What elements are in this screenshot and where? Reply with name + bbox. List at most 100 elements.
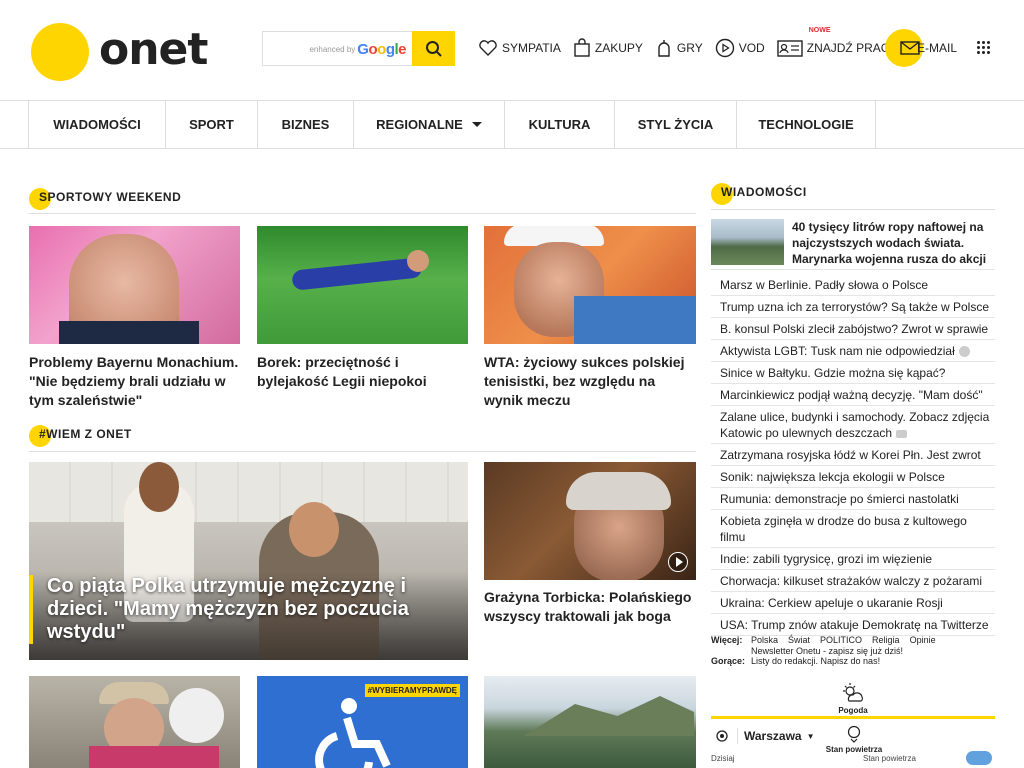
category-styl-zycia[interactable]: STYL ŻYCIA — [615, 101, 737, 148]
news-list: Marsz w Berlinie. Padły słowa o Polsce T… — [711, 274, 995, 636]
feature-title[interactable]: Co piąta Polka utrzymuje mężczyznę i dzi… — [29, 575, 429, 644]
more-link[interactable]: Religia — [872, 635, 900, 645]
news-item[interactable]: B. konsul Polski zlecił zabójstwo? Zwrot… — [711, 318, 995, 340]
news-item[interactable]: Kobieta zginęła w drodze do busa z kulto… — [711, 510, 995, 548]
chevron-down-icon — [471, 122, 482, 127]
news-item[interactable]: Sonik: największa lekcja ekologii w Pols… — [711, 466, 995, 488]
nav-sympatia[interactable]: SYMPATIA — [478, 39, 561, 57]
search-button[interactable] — [412, 31, 455, 66]
news-item[interactable]: Aktywista LGBT: Tusk nam nie odpowiedzia… — [711, 340, 995, 362]
top-news[interactable]: 40 tysięcy litrów ropy naftowej na najcz… — [711, 218, 995, 270]
wheelchair-icon — [315, 698, 391, 768]
nav-gry[interactable]: GRY — [655, 38, 703, 58]
nav-zakupy[interactable]: ZAKUPY — [573, 38, 643, 58]
nav-label: ZNAJDŹ PRACĘ — [806, 41, 898, 55]
apps-grid-icon[interactable] — [977, 41, 990, 54]
article-image[interactable] — [29, 226, 240, 344]
news-item[interactable]: Sinice w Bałtyku. Gdzie można się kąpać? — [711, 362, 995, 384]
feature-image[interactable]: Co piąta Polka utrzymuje mężczyznę i dzi… — [29, 462, 468, 660]
heart-icon — [479, 40, 497, 56]
category-label: REGIONALNE — [376, 117, 463, 132]
nav-vod[interactable]: VOD — [715, 38, 765, 58]
section-header-wiem: #WIEM Z ONET — [29, 425, 132, 447]
category-wiadomosci[interactable]: WIADOMOŚCI — [29, 101, 166, 148]
photo-mountains — [524, 696, 694, 736]
article-image[interactable] — [484, 226, 696, 344]
nav-label: VOD — [738, 41, 765, 55]
news-item[interactable]: Indie: zabili tygrysicę, grozi im więzie… — [711, 548, 995, 570]
news-item[interactable]: Marsz w Berlinie. Padły słowa o Polsce — [711, 274, 995, 296]
top-news-image[interactable] — [711, 219, 784, 265]
more-links: Więcej: Polska Świat POLITICO Religia Opinie… — [711, 635, 995, 667]
category-biznes[interactable]: BIZNES — [258, 101, 354, 148]
photo-hair — [566, 472, 671, 510]
city-name: Warszawa — [744, 729, 802, 743]
section-title[interactable]: #WIEM Z ONET — [29, 427, 132, 441]
section-title[interactable]: SPORTOWY WEEKEND — [29, 190, 181, 204]
city-selector[interactable]: Warszawa ▼ — [715, 728, 815, 744]
top-news-title[interactable]: 40 tysięcy litrów ropy naftowej na najcz… — [792, 219, 992, 267]
id-card-icon — [777, 40, 803, 57]
article-image[interactable]: #WYBIERAMYPRAWDĘ — [257, 676, 468, 768]
newsletter-link[interactable]: Newsletter Onetu - zapisz się już dziś! — [751, 646, 903, 657]
email-link[interactable]: E-MAIL — [885, 29, 957, 67]
category-technologie[interactable]: TECHNOLOGIE — [737, 101, 876, 148]
sun-cloud-icon — [843, 683, 863, 702]
article-image[interactable] — [484, 676, 696, 768]
search-hint-text: enhanced by — [309, 45, 356, 54]
section-divider — [29, 451, 696, 452]
onet-logo[interactable]: onet — [31, 23, 208, 81]
photo-head — [407, 250, 429, 272]
hot-label: Gorące: — [711, 656, 746, 666]
more-link[interactable]: Polska — [751, 635, 778, 645]
category-regionalne[interactable]: REGIONALNE — [354, 101, 505, 148]
weather-label: Pogoda — [838, 706, 868, 715]
more-link[interactable]: POLITICO — [820, 635, 862, 645]
logo-dot — [31, 23, 89, 81]
camera-icon — [896, 429, 908, 438]
air-status-label: Stan powietrza — [863, 754, 916, 763]
news-item[interactable]: Marcinkiewicz podjął ważną decyzję. "Mam… — [711, 384, 995, 406]
header: onet enhanced by Google SYMPATIA ZAKUPY … — [0, 0, 1024, 100]
nav-znajdz-prace[interactable]: NOWE ZNAJDŹ PRACĘ — [777, 27, 898, 58]
news-item[interactable]: Rumunia: demonstracje po śmierci nastola… — [711, 488, 995, 510]
photo-hair — [139, 462, 179, 512]
news-item[interactable]: Trump uzna ich za terrorystów? Są także … — [711, 296, 995, 318]
category-sport[interactable]: SPORT — [166, 101, 258, 148]
article-title[interactable]: Problemy Bayernu Monachium. "Nie będziem… — [29, 353, 240, 410]
air-quality[interactable]: Stan powietrza — [819, 725, 889, 754]
news-item[interactable]: USA: Trump znów atakuje Demokratę na Twi… — [711, 614, 995, 636]
article-title[interactable]: WTA: życiowy sukces polskiej tenisistki,… — [484, 353, 696, 410]
section-divider — [711, 209, 995, 210]
article-image[interactable] — [484, 462, 696, 580]
news-item[interactable]: Chorwacja: kilkuset strażaków walczy z p… — [711, 570, 995, 592]
article-image[interactable] — [29, 676, 240, 768]
section-header-sport: SPORTOWY WEEKEND — [29, 188, 181, 210]
section-divider — [29, 213, 696, 214]
photo-tiles — [29, 462, 468, 522]
article-title[interactable]: Grażyna Torbicka: Polańskiego wszyscy tr… — [484, 588, 696, 626]
photo-man-head — [289, 502, 339, 557]
nav-label: SYMPATIA — [502, 41, 561, 55]
photo-clothes — [89, 746, 219, 768]
news-item[interactable]: Zatrzymana rosyjska łódź w Korei Płn. Je… — [711, 444, 995, 466]
weather-block[interactable]: Pogoda — [837, 682, 869, 715]
section-title[interactable]: WIADOMOŚCI — [711, 185, 807, 199]
play-icon[interactable] — [668, 552, 688, 572]
search-input[interactable]: enhanced by Google — [262, 31, 412, 66]
more-link[interactable]: Świat — [788, 635, 810, 645]
category-nav: WIADOMOŚCI SPORT BIZNES REGIONALNE KULTU… — [0, 100, 1024, 149]
airly-logo — [966, 751, 992, 765]
shopping-bag-icon — [574, 38, 590, 57]
air-icon — [847, 725, 861, 743]
news-item[interactable]: Ukraina: Cerkiew apeluje o ukaranie Rosj… — [711, 592, 995, 614]
new-badge: NOWE — [808, 27, 831, 34]
category-kultura[interactable]: KULTURA — [505, 101, 615, 148]
news-item[interactable]: Zalane ulice, budynki i samochody. Zobac… — [711, 406, 995, 444]
hot-link[interactable]: Listy do redakcji. Napisz do nas! — [751, 656, 880, 667]
article-title[interactable]: Borek: przeciętność i bylejakość Legii n… — [257, 353, 468, 391]
more-link[interactable]: Opinie — [910, 635, 936, 645]
article-image[interactable] — [257, 226, 468, 344]
weather-widget: Pogoda Warszawa ▼ Stan powietrza Dzisiaj… — [711, 680, 995, 768]
search-box: enhanced by Google — [262, 31, 455, 66]
